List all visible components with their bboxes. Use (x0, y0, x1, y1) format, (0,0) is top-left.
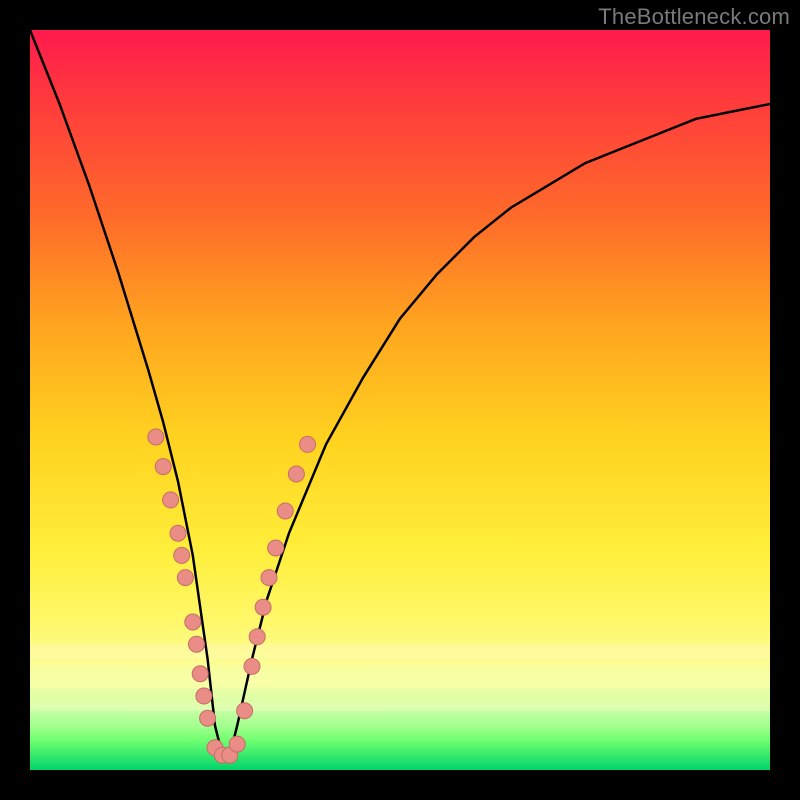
data-marker (155, 459, 171, 475)
watermark-text: TheBottleneck.com (598, 4, 790, 30)
data-marker (148, 429, 164, 445)
chart-svg (30, 30, 770, 770)
chart-frame: TheBottleneck.com (0, 0, 800, 800)
data-marker (277, 503, 293, 519)
data-marker (268, 540, 284, 556)
data-marker (249, 629, 265, 645)
data-marker (177, 570, 193, 586)
data-marker (255, 599, 271, 615)
data-marker (170, 525, 186, 541)
plot-area (30, 30, 770, 770)
data-marker (229, 736, 245, 752)
marker-group (148, 429, 316, 763)
bottleneck-curve (30, 30, 770, 755)
data-marker (192, 666, 208, 682)
data-marker (300, 436, 316, 452)
data-marker (185, 614, 201, 630)
data-marker (261, 570, 277, 586)
data-marker (189, 636, 205, 652)
data-marker (200, 710, 216, 726)
data-marker (174, 547, 190, 563)
data-marker (163, 492, 179, 508)
data-marker (288, 466, 304, 482)
data-marker (237, 703, 253, 719)
data-marker (244, 658, 260, 674)
data-marker (196, 688, 212, 704)
